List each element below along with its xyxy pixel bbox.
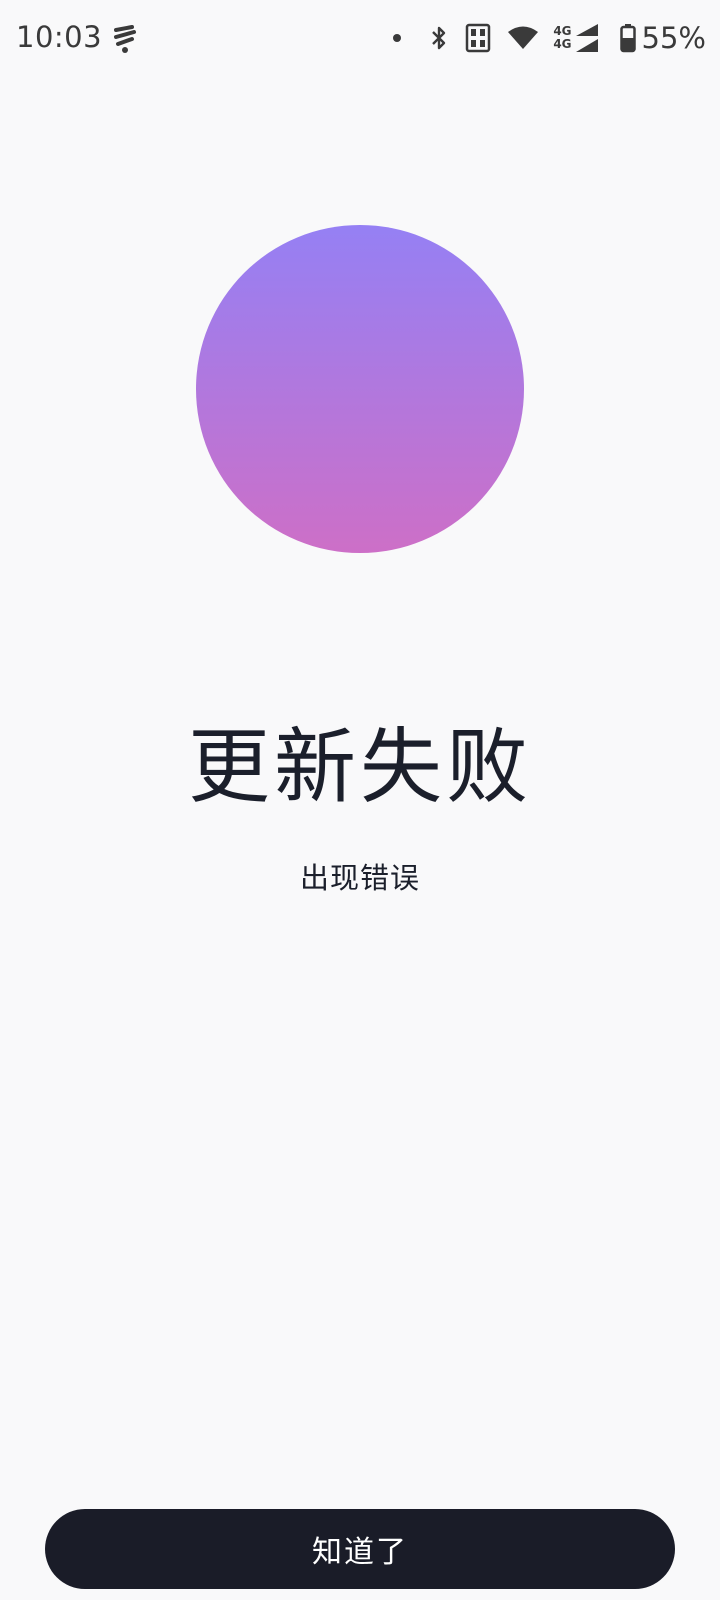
page-title: 更新失败 [187,720,532,815]
dot-icon [393,34,402,42]
notification-app-icon [114,25,136,53]
wifi-icon [508,26,539,49]
signal-icon [575,24,598,52]
update-failed-screen: 10:03 4G 4G 55% 更新失败 出现错误 知道了 [0,0,720,1600]
network-type: 4G 4G [553,25,571,51]
battery-icon [619,24,636,53]
got-it-button-label: 知道了 [312,1535,408,1570]
status-bar: 10:03 4G 4G 55% [0,0,720,76]
got-it-button[interactable]: 知道了 [45,1509,675,1589]
bluetooth-icon [432,26,446,50]
battery-percent: 55% [641,21,706,55]
nfc-icon [466,23,491,53]
gradient-circle-illustration [196,225,524,553]
status-icons: 4G 4G 55% [377,18,706,58]
error-message: 出现错误 [299,861,420,895]
status-time: 10:03 [16,20,103,54]
network-type-bottom: 4G [553,37,572,51]
